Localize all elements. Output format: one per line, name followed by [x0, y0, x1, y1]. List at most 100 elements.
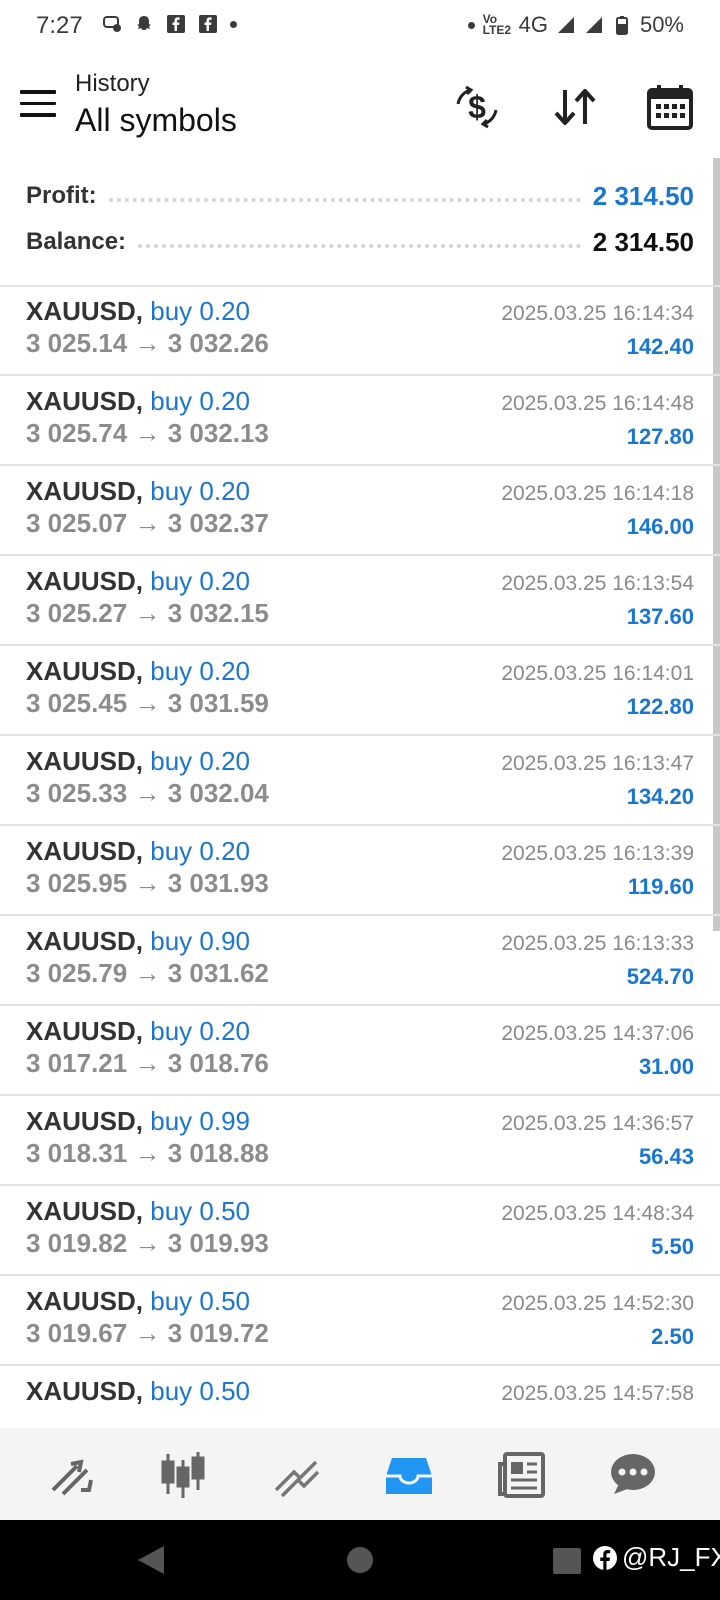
sort-icon[interactable]	[550, 82, 600, 132]
deal-row[interactable]: XAUUSD, buy 0.20 3 025.27 → 3 032.15 2025.…	[0, 556, 720, 646]
deal-profit: 127.80	[626, 424, 694, 449]
deal-open-price: 3 025.79	[26, 958, 128, 988]
system-navigation-bar: @RJ_FX	[0, 1520, 720, 1600]
deal-symbol-text: XAUUSD,	[26, 476, 144, 506]
deal-side: buy 0.50	[150, 1286, 250, 1316]
deal-close-price: 3 032.26	[167, 328, 269, 358]
deal-time: 2025.03.25 16:14:34	[501, 302, 694, 325]
status-dot	[467, 21, 475, 29]
deal-row[interactable]: XAUUSD, buy 0.20 3 025.07 → 3 032.37 2025.…	[0, 466, 720, 556]
deal-symbol: XAUUSD, buy 0.20	[26, 1016, 250, 1047]
deal-close-price: 3 032.37	[167, 508, 269, 538]
deal-row[interactable]: XAUUSD, buy 0.20 3 025.14 → 3 032.26 2025.…	[0, 286, 720, 376]
signal-icon	[557, 17, 574, 33]
recents-button[interactable]	[553, 1548, 581, 1574]
deal-time: 2025.03.25 16:13:47	[501, 752, 694, 775]
deal-prices: 3 019.67 → 3 019.72	[26, 1318, 269, 1349]
deal-prices: 3 025.45 → 3 031.59	[26, 688, 269, 719]
deal-prices: 3 025.79 → 3 031.62	[26, 958, 269, 989]
snapchat-icon	[137, 16, 151, 30]
deal-row[interactable]: XAUUSD, buy 0.90 3 025.79 → 3 031.62 2025.…	[0, 916, 720, 1006]
deal-prices: 3 019.82 → 3 019.93	[26, 1228, 269, 1259]
deal-arrow: →	[134, 688, 161, 718]
deal-symbol: XAUUSD, buy 0.20	[26, 476, 250, 507]
deal-arrow: →	[134, 778, 161, 808]
balance-value: 2 314.50	[592, 226, 694, 257]
facebook-icon	[167, 15, 185, 33]
deal-time: 2025.03.25 16:14:48	[501, 392, 694, 415]
deal-profit: 137.60	[626, 604, 694, 629]
deal-open-price: 3 019.67	[26, 1318, 128, 1348]
deal-side: buy 0.50	[150, 1376, 250, 1406]
deal-time: 2025.03.25 14:37:06	[501, 1022, 694, 1045]
deal-row[interactable]: XAUUSD, buy 0.50 3 019.67 → 3 019.72 2025.…	[0, 1276, 720, 1366]
home-button[interactable]	[347, 1547, 373, 1573]
candlestick-icon[interactable]	[158, 1450, 208, 1500]
deal-profit: 31.00	[638, 1054, 694, 1079]
deal-row[interactable]: XAUUSD, buy 0.20 3 025.95 → 3 031.93 2025.…	[0, 826, 720, 916]
deal-side: buy 0.50	[150, 1196, 250, 1226]
bottom-navigation	[0, 1428, 720, 1520]
deal-symbol-text: XAUUSD,	[26, 656, 144, 686]
deal-symbol-text: XAUUSD,	[26, 1106, 144, 1136]
deal-close-price: 3 032.13	[167, 418, 269, 448]
deal-row[interactable]: XAUUSD, buy 0.20 3 025.33 → 3 032.04 2025.…	[0, 736, 720, 826]
deal-symbol: XAUUSD, buy 0.20	[26, 836, 250, 867]
deal-row[interactable]: XAUUSD, buy 0.99 3 018.31 → 3 018.88 2025.…	[0, 1096, 720, 1186]
trade-trend-icon[interactable]	[272, 1450, 322, 1500]
deal-open-price: 3 019.82	[26, 1228, 128, 1258]
deal-row[interactable]: XAUUSD, buy 0.20 3 017.21 → 3 018.76 2025.…	[0, 1006, 720, 1096]
deal-arrow: →	[134, 508, 161, 538]
newspaper-icon[interactable]	[497, 1450, 547, 1500]
status-time: 7:27	[36, 12, 83, 39]
page-title[interactable]: All symbols	[75, 102, 237, 139]
quotes-arrows-icon[interactable]	[47, 1450, 97, 1500]
deal-open-price: 3 025.14	[26, 328, 128, 358]
deal-symbol-text: XAUUSD,	[26, 926, 144, 956]
balance-dot-leader	[138, 244, 581, 248]
deal-symbol: XAUUSD, buy 0.20	[26, 296, 250, 327]
deal-prices: 3 017.21 → 3 018.76	[26, 1048, 269, 1079]
deal-open-price: 3 025.45	[26, 688, 128, 718]
network-type: 4G	[518, 12, 548, 37]
deal-time: 2025.03.25 16:13:54	[501, 572, 694, 595]
deal-open-price: 3 025.07	[26, 508, 128, 538]
deal-symbol-text: XAUUSD,	[26, 1016, 144, 1046]
deal-profit: 142.40	[626, 334, 694, 359]
deal-symbol-text: XAUUSD,	[26, 386, 144, 416]
balance-row: Balance: 2 314.50	[26, 224, 694, 260]
deal-row[interactable]: XAUUSD, buy 0.20 3 025.45 → 3 031.59 2025.…	[0, 646, 720, 736]
deal-open-price: 3 017.21	[26, 1048, 128, 1078]
deal-row[interactable]: XAUUSD, buy 0.50 2025.03.25 14:57:58	[0, 1366, 720, 1428]
deal-row[interactable]: XAUUSD, buy 0.50 3 019.82 → 3 019.93 2025.…	[0, 1186, 720, 1276]
deal-arrow: →	[134, 868, 161, 898]
deal-close-price: 3 032.04	[167, 778, 269, 808]
deal-profit: 122.80	[626, 694, 694, 719]
deal-symbol: XAUUSD, buy 0.50	[26, 1376, 250, 1407]
volte-indicator: Vo LTE2	[482, 12, 512, 37]
deal-profit: 146.00	[626, 514, 694, 539]
deal-open-price: 3 025.74	[26, 418, 128, 448]
deal-side: buy 0.20	[150, 566, 250, 596]
dollar-exchange-icon[interactable]: $	[452, 82, 502, 132]
back-icon[interactable]	[136, 1544, 166, 1576]
deal-close-price: 3 031.62	[167, 958, 269, 988]
deal-arrow: →	[134, 328, 161, 358]
status-bar: 7:27 Vo LTE2 4G 50%	[0, 0, 720, 54]
deal-symbol-text: XAUUSD,	[26, 836, 144, 866]
inbox-history-icon[interactable]	[384, 1450, 434, 1500]
calendar-icon[interactable]	[645, 82, 695, 132]
deal-arrow: →	[134, 1318, 161, 1348]
chat-bubble-icon[interactable]	[608, 1450, 658, 1500]
deal-prices: 3 025.14 → 3 032.26	[26, 328, 269, 359]
deal-close-price: 3 019.72	[167, 1318, 269, 1348]
deal-side: buy 0.20	[150, 746, 250, 776]
deal-profit: 2.50	[651, 1324, 694, 1349]
deal-profit: 524.70	[626, 964, 694, 989]
deal-symbol: XAUUSD, buy 0.99	[26, 1106, 250, 1137]
menu-button[interactable]	[20, 90, 56, 118]
deals-list: XAUUSD, buy 0.20 3 025.14 → 3 032.26 2025.…	[0, 286, 720, 1428]
deal-symbol: XAUUSD, buy 0.20	[26, 656, 250, 687]
deal-row[interactable]: XAUUSD, buy 0.20 3 025.74 → 3 032.13 2025.…	[0, 376, 720, 466]
deal-time: 2025.03.25 14:48:34	[501, 1202, 694, 1225]
